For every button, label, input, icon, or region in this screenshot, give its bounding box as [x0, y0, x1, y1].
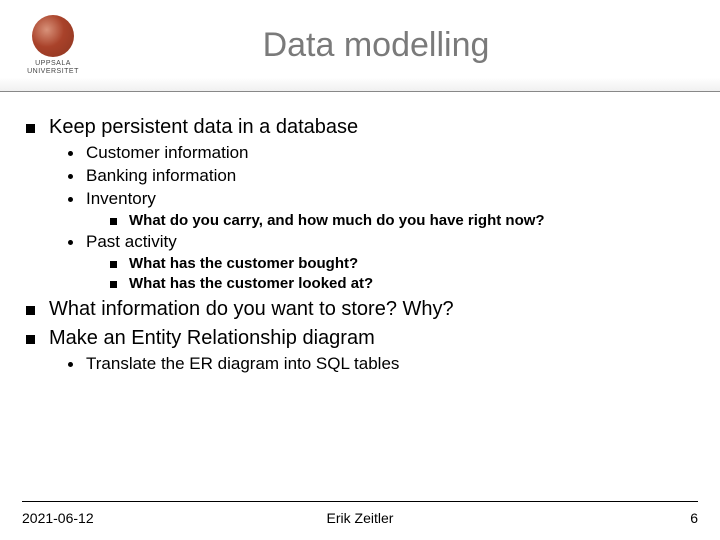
- bullet-l1: What information do you want to store? W…: [26, 298, 694, 321]
- logo-text: UPPSALA UNIVERSITET: [27, 60, 79, 75]
- bullet-text: What information do you want to store? W…: [49, 298, 454, 321]
- logo-line1: UPPSALA: [27, 60, 79, 68]
- bullet-l3: What do you carry, and how much do you h…: [110, 212, 694, 229]
- bullet-l1: Keep persistent data in a database: [26, 116, 694, 139]
- square-bullet-icon: [110, 261, 117, 268]
- seal-icon: [32, 15, 74, 57]
- bullet-l2: Past activity: [68, 232, 694, 252]
- square-bullet-icon: [26, 124, 35, 133]
- logo-line2: UNIVERSITET: [27, 68, 79, 76]
- bullet-text: Banking information: [86, 166, 236, 186]
- bullet-l3: What has the customer bought?: [110, 255, 694, 272]
- slide-content: Keep persistent data in a database Custo…: [0, 92, 720, 374]
- slide-footer: 2021-06-12 Erik Zeitler 6: [0, 501, 720, 540]
- dot-bullet-icon: [68, 174, 73, 179]
- bullet-l2: Banking information: [68, 166, 694, 186]
- bullet-l2: Inventory: [68, 189, 694, 209]
- square-bullet-icon: [110, 281, 117, 288]
- footer-date: 2021-06-12: [22, 510, 94, 526]
- university-logo: UPPSALA UNIVERSITET: [0, 15, 92, 75]
- footer-author: Erik Zeitler: [327, 510, 394, 526]
- bullet-text: What has the customer looked at?: [129, 275, 373, 292]
- dot-bullet-icon: [68, 151, 73, 156]
- square-bullet-icon: [26, 335, 35, 344]
- bullet-text: Customer information: [86, 143, 249, 163]
- bullet-l1: Make an Entity Relationship diagram: [26, 327, 694, 350]
- footer-row: 2021-06-12 Erik Zeitler 6: [22, 510, 698, 526]
- dot-bullet-icon: [68, 362, 73, 367]
- bullet-l3: What has the customer looked at?: [110, 275, 694, 292]
- bullet-text: Inventory: [86, 189, 156, 209]
- bullet-l2: Customer information: [68, 143, 694, 163]
- bullet-text: Keep persistent data in a database: [49, 116, 358, 139]
- square-bullet-icon: [26, 306, 35, 315]
- footer-page-number: 6: [690, 510, 698, 526]
- bullet-text: What has the customer bought?: [129, 255, 358, 272]
- bullet-text: Past activity: [86, 232, 177, 252]
- bullet-text: What do you carry, and how much do you h…: [129, 212, 545, 229]
- footer-divider: [22, 501, 698, 502]
- slide-header: UPPSALA UNIVERSITET Data modelling: [0, 0, 720, 92]
- bullet-text: Translate the ER diagram into SQL tables: [86, 354, 399, 374]
- square-bullet-icon: [110, 218, 117, 225]
- bullet-l2: Translate the ER diagram into SQL tables: [68, 354, 694, 374]
- slide-title: Data modelling: [92, 26, 720, 65]
- dot-bullet-icon: [68, 197, 73, 202]
- dot-bullet-icon: [68, 240, 73, 245]
- bullet-text: Make an Entity Relationship diagram: [49, 327, 375, 350]
